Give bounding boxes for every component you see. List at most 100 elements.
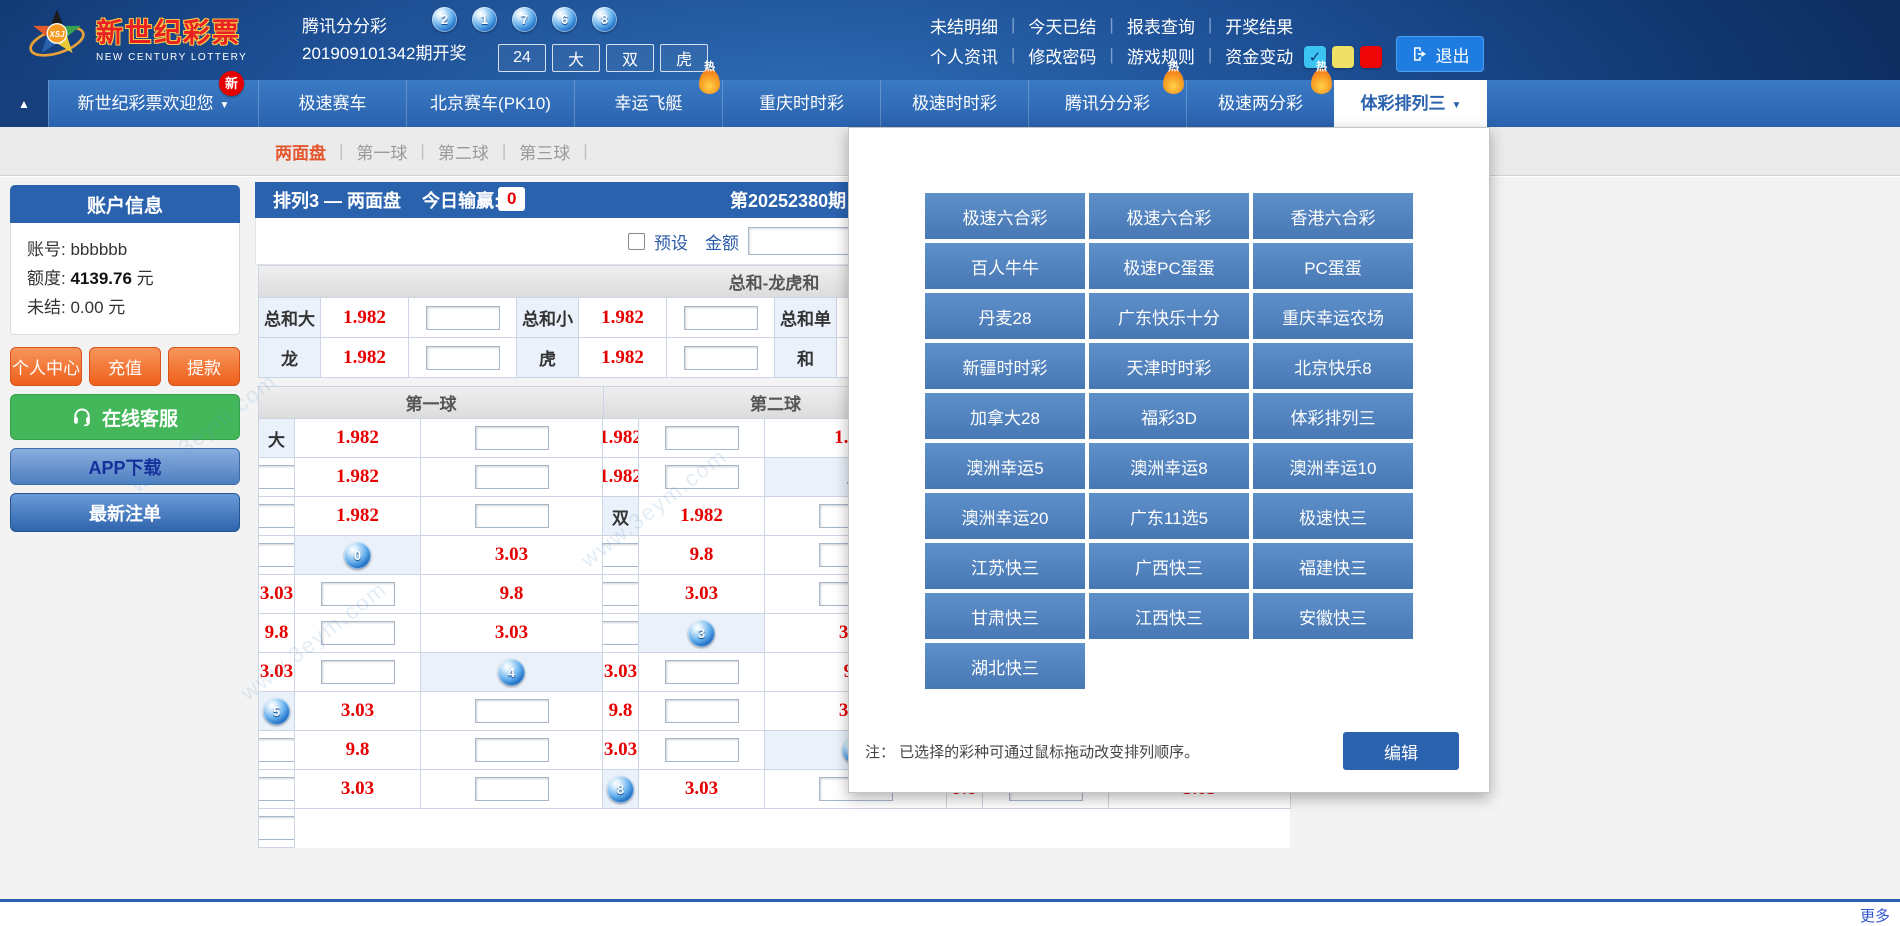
bet-amount-input[interactable] xyxy=(259,738,295,762)
subnav-tab[interactable]: 两面盘 xyxy=(275,139,326,164)
more-link[interactable]: 更多 xyxy=(1860,905,1890,926)
bet-amount-input[interactable] xyxy=(321,660,395,684)
bet-amount-input[interactable] xyxy=(665,738,739,762)
logout-button[interactable]: 退出 xyxy=(1396,36,1484,72)
site-logo[interactable]: XSJ 新世纪彩票 NEW CENTURY LOTTERY xyxy=(26,6,247,68)
result-ball: 1 xyxy=(472,7,497,32)
lottery-option[interactable]: 极速六合彩 xyxy=(925,193,1085,239)
lottery-option[interactable]: 丹麦28 xyxy=(925,293,1085,339)
bet-amount-input[interactable] xyxy=(259,504,295,528)
app-download-button[interactable]: APP下载 xyxy=(10,448,240,485)
lottery-option[interactable]: 重庆幸运农场 xyxy=(1253,293,1413,339)
account-field-value: bbbbbb xyxy=(70,240,127,259)
lottery-option[interactable]: 百人牛牛 xyxy=(925,243,1085,289)
bet-amount-input[interactable] xyxy=(426,306,500,330)
bet-amount-input[interactable] xyxy=(475,699,549,723)
bet-amount-input[interactable] xyxy=(475,777,549,801)
bet-amount-input[interactable] xyxy=(665,426,739,450)
lottery-option[interactable]: 澳洲幸运10 xyxy=(1253,443,1413,489)
account-field-value: 4139.76 xyxy=(70,269,131,288)
lottery-option[interactable]: 极速快三 xyxy=(1253,493,1413,539)
bet-input-cell xyxy=(259,809,295,848)
lottery-option[interactable]: 广东快乐十分 xyxy=(1089,293,1249,339)
header-link[interactable]: 个人资讯 xyxy=(930,43,998,68)
lottery-option[interactable]: 澳洲幸运5 xyxy=(925,443,1085,489)
bet-amount-input[interactable] xyxy=(684,346,758,370)
sidebar-button[interactable]: 充值 xyxy=(89,347,161,386)
amount-input[interactable] xyxy=(748,227,854,255)
nav-item-3[interactable]: 北京赛车(PK10) xyxy=(406,80,574,127)
bet-amount-input[interactable] xyxy=(475,426,549,450)
nav-item-6[interactable]: 极速时时彩 xyxy=(880,80,1028,127)
nav-item-8[interactable]: 极速两分彩热 xyxy=(1186,80,1334,127)
bet-odds: 3.03 xyxy=(295,770,421,809)
today-winloss-label: 今日输赢: xyxy=(422,187,500,213)
bet-odds: 3.03 xyxy=(421,614,603,653)
bet-amount-input[interactable] xyxy=(665,699,739,723)
header-link[interactable]: 未结明细 xyxy=(930,13,998,38)
lottery-option[interactable]: 新疆时时彩 xyxy=(925,343,1085,389)
bet-amount-input[interactable] xyxy=(259,543,295,567)
lottery-option[interactable]: 江西快三 xyxy=(1089,593,1249,639)
theme-swatch[interactable] xyxy=(1360,46,1382,68)
lottery-option[interactable]: 湖北快三 xyxy=(925,643,1085,689)
header-link[interactable]: 资金变动 xyxy=(1225,43,1293,68)
theme-swatch[interactable] xyxy=(1332,46,1354,68)
separator-icon: | xyxy=(420,141,424,161)
preset-checkbox[interactable] xyxy=(628,233,645,250)
header-link[interactable]: 今天已结 xyxy=(1028,13,1096,38)
bet-amount-input[interactable] xyxy=(426,346,500,370)
sidebar-buttons: 个人中心充值提款 xyxy=(10,347,240,386)
subnav-tab[interactable]: 第一球 xyxy=(356,139,407,164)
lottery-option[interactable]: 广西快三 xyxy=(1089,543,1249,589)
lottery-option[interactable]: 极速PC蛋蛋 xyxy=(1089,243,1249,289)
lottery-option[interactable]: 北京快乐8 xyxy=(1253,343,1413,389)
bet-odds: 1.982 xyxy=(579,338,667,378)
header-link[interactable]: 修改密码 xyxy=(1028,43,1096,68)
lottery-option[interactable]: 澳洲幸运8 xyxy=(1089,443,1249,489)
nav-item-1[interactable]: 新世纪彩票欢迎您▼新 xyxy=(48,80,258,127)
latest-orders-button[interactable]: 最新注单 xyxy=(10,493,240,532)
bet-amount-input[interactable] xyxy=(475,738,549,762)
panel-title: 排列3 — 两面盘 xyxy=(273,187,401,213)
lottery-option[interactable]: 安徽快三 xyxy=(1253,593,1413,639)
sidebar-button[interactable]: 个人中心 xyxy=(10,347,82,386)
header-link[interactable]: 报表查询 xyxy=(1127,13,1195,38)
bet-amount-input[interactable] xyxy=(684,306,758,330)
bet-amount-input[interactable] xyxy=(259,816,295,840)
bet-amount-input[interactable] xyxy=(603,582,639,606)
lottery-option[interactable]: PC蛋蛋 xyxy=(1253,243,1413,289)
lottery-option[interactable]: 香港六合彩 xyxy=(1253,193,1413,239)
separator-icon: | xyxy=(583,141,587,161)
lottery-option[interactable]: 极速六合彩 xyxy=(1089,193,1249,239)
bet-amount-input[interactable] xyxy=(603,621,639,645)
bet-amount-input[interactable] xyxy=(259,465,295,489)
lottery-option[interactable]: 甘肃快三 xyxy=(925,593,1085,639)
header-link[interactable]: 游戏规则 xyxy=(1127,43,1195,68)
lottery-option[interactable]: 福建快三 xyxy=(1253,543,1413,589)
nav-item-9[interactable]: 体彩排列三▼ xyxy=(1334,80,1487,127)
lottery-option[interactable]: 江苏快三 xyxy=(925,543,1085,589)
bet-amount-input[interactable] xyxy=(665,660,739,684)
lottery-option[interactable]: 体彩排列三 xyxy=(1253,393,1413,439)
sidebar-button[interactable]: 提款 xyxy=(168,347,240,386)
lottery-option[interactable]: 加拿大28 xyxy=(925,393,1085,439)
lottery-option[interactable]: 广东11选5 xyxy=(1089,493,1249,539)
edit-button[interactable]: 编辑 xyxy=(1343,732,1459,770)
subnav-tab[interactable]: 第三球 xyxy=(519,139,570,164)
bet-amount-input[interactable] xyxy=(259,777,295,801)
bet-amount-input[interactable] xyxy=(475,504,549,528)
bet-odds: 9.8 xyxy=(295,731,421,770)
subnav-tab[interactable]: 第二球 xyxy=(438,139,489,164)
header-link[interactable]: 开奖结果 xyxy=(1225,13,1293,38)
nav-item-7[interactable]: 腾讯分分彩热 xyxy=(1028,80,1186,127)
lottery-option[interactable]: 澳洲幸运20 xyxy=(925,493,1085,539)
nav-item-2[interactable]: 极速赛车 xyxy=(258,80,406,127)
lottery-option[interactable]: 天津时时彩 xyxy=(1089,343,1249,389)
bet-amount-input[interactable] xyxy=(475,465,549,489)
lottery-option[interactable]: 福彩3D xyxy=(1089,393,1249,439)
nav-collapse-button[interactable]: ▲ xyxy=(0,80,48,127)
nav-item-5[interactable]: 重庆时时彩 xyxy=(722,80,880,127)
lottery-selector-dropdown: 极速六合彩极速六合彩香港六合彩百人牛牛极速PC蛋蛋PC蛋蛋丹麦28广东快乐十分重… xyxy=(848,127,1490,793)
nav-item-4[interactable]: 幸运飞艇热 xyxy=(574,80,722,127)
